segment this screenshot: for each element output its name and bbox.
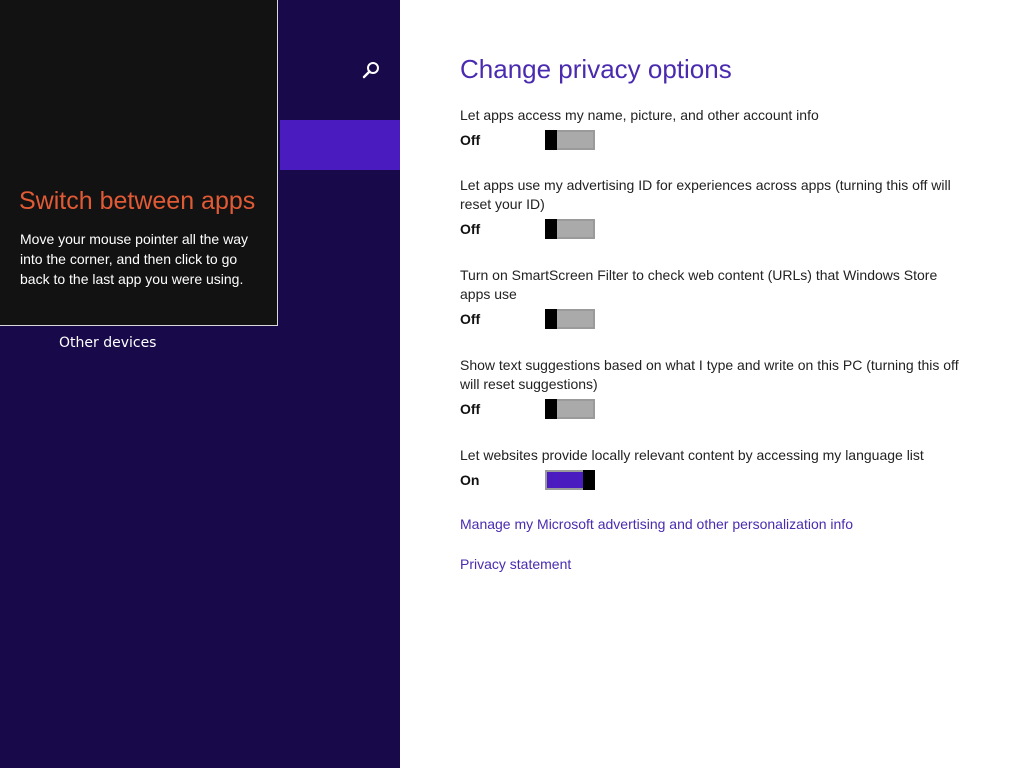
magnifier-icon <box>362 62 379 79</box>
text-suggestions-toggle[interactable] <box>545 399 595 419</box>
tip-body: Move your mouse pointer all the way into… <box>20 231 248 287</box>
setting-description: Turn on SmartScreen Filter to check web … <box>460 267 938 302</box>
toggle-state-label: Off <box>460 132 481 148</box>
search-button[interactable] <box>358 56 384 84</box>
language-list-toggle[interactable] <box>545 470 595 490</box>
toggle-knob <box>545 130 557 150</box>
setting-text-suggestions: Show text suggestions based on what I ty… <box>460 356 970 423</box>
setting-advertising-id: Let apps use my advertising ID for exper… <box>460 176 970 243</box>
tip-overlay: Switch between apps Move your mouse poin… <box>0 0 278 326</box>
setting-smartscreen-filter: Turn on SmartScreen Filter to check web … <box>460 266 970 333</box>
account-info-toggle[interactable] <box>545 130 595 150</box>
toggle-state-label: On <box>460 472 480 488</box>
toggle-state-label: Off <box>460 311 481 327</box>
nav-item-selected[interactable] <box>280 120 400 170</box>
tip-title: Switch between apps <box>19 187 256 215</box>
toggle-knob <box>583 470 595 490</box>
toggle-knob <box>545 399 557 419</box>
setting-description: Let apps access my name, picture, and ot… <box>460 107 819 123</box>
nav-item-other-devices[interactable]: Other devices <box>59 335 156 351</box>
manage-advertising-link[interactable]: Manage my Microsoft advertising and othe… <box>460 516 853 532</box>
pc-settings-window: Other devices Switch between apps Move y… <box>0 0 1024 768</box>
toggle-state-label: Off <box>460 401 481 417</box>
advertising-id-toggle[interactable] <box>545 219 595 239</box>
toggle-knob <box>545 219 557 239</box>
setting-description: Show text suggestions based on what I ty… <box>460 357 959 392</box>
setting-account-info: Let apps access my name, picture, and ot… <box>460 106 970 154</box>
setting-description: Let websites provide locally relevant co… <box>460 447 924 463</box>
page-title: Change privacy options <box>460 54 732 84</box>
toggle-knob <box>545 309 557 329</box>
toggle-state-label: Off <box>460 221 481 237</box>
privacy-statement-link[interactable]: Privacy statement <box>460 556 571 572</box>
setting-language-list: Let websites provide locally relevant co… <box>460 446 970 494</box>
smartscreen-filter-toggle[interactable] <box>545 309 595 329</box>
setting-description: Let apps use my advertising ID for exper… <box>460 177 951 212</box>
